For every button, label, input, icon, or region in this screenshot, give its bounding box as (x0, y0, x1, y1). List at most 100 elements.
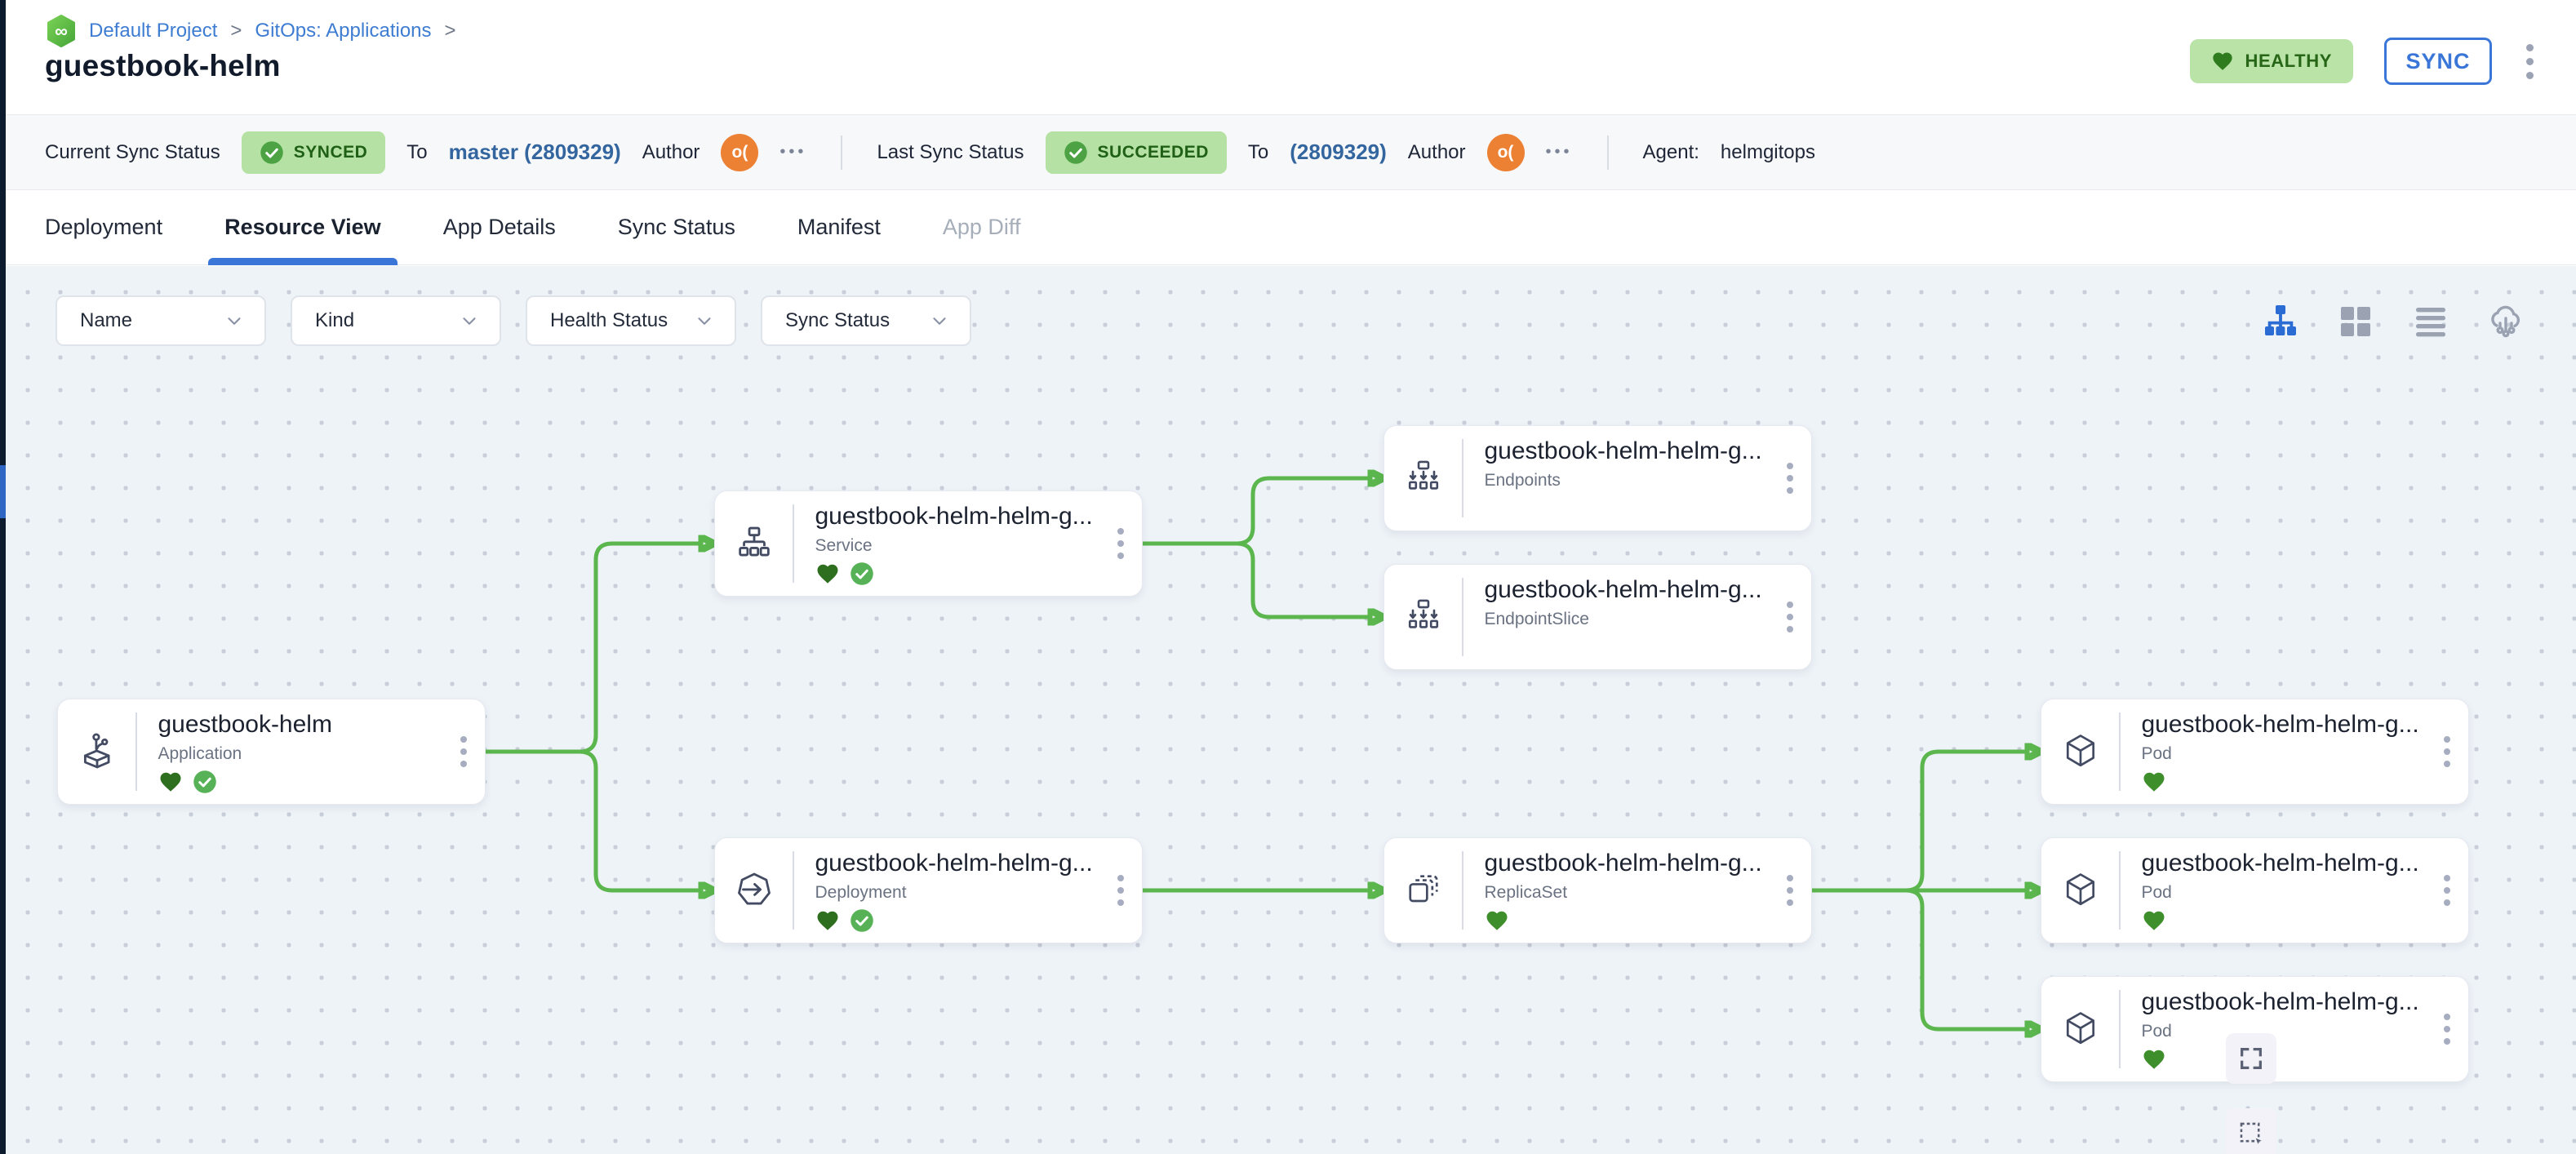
resource-node-deployment-deployment[interactable]: guestbook-helm-helm-g... Deployment (714, 837, 1143, 943)
resource-name: guestbook-helm-helm-g... (815, 850, 1100, 877)
tab-resource-view[interactable]: Resource View (224, 190, 381, 265)
resource-name: guestbook-helm-helm-g... (2142, 850, 2427, 877)
health-heart-icon (158, 770, 183, 794)
chevron-down-icon (694, 310, 715, 331)
resource-status-icons (1485, 908, 1770, 934)
resource-status-icons (158, 769, 443, 795)
last-sync-group: Last Sync Status SUCCEEDED To (2809329) … (877, 131, 1572, 174)
grid-view-icon (2336, 302, 2375, 341)
cloud-view-button[interactable] (2486, 302, 2525, 341)
fit-view-button[interactable] (2226, 1033, 2276, 1084)
author-avatar[interactable]: o( (1487, 134, 1525, 171)
filter-dropdown-health-status[interactable]: Health Status (526, 295, 736, 346)
author-label: Author (1408, 141, 1466, 164)
author-avatar[interactable]: o( (721, 134, 758, 171)
resource-kind-label: Pod (2142, 1022, 2427, 1041)
tab-manifest[interactable]: Manifest (797, 190, 881, 265)
svg-text:∞: ∞ (55, 21, 68, 42)
node-body: guestbook-helm-helm-g... Deployment (794, 838, 1100, 943)
node-kebab-menu-icon[interactable] (2426, 977, 2468, 1081)
agent-name: helmgitops (1721, 141, 1815, 164)
edge-app-service (486, 544, 701, 752)
current-revision-link[interactable]: master (2809329) (449, 140, 621, 165)
edge-replicaset-pod3 (1812, 890, 2027, 1029)
node-kebab-menu-icon[interactable] (1769, 565, 1811, 669)
tab-label: App Diff (943, 215, 1021, 240)
tree-view-button[interactable] (2261, 302, 2300, 341)
health-status-badge: HEALTHY (2190, 39, 2353, 83)
health-heart-icon (2142, 770, 2166, 794)
node-kebab-menu-icon[interactable] (1099, 491, 1142, 596)
resource-node-endpointslice-endpointslice[interactable]: guestbook-helm-helm-g... EndpointSlice (1383, 564, 1812, 670)
list-view-button[interactable] (2411, 302, 2450, 341)
node-body: guestbook-helm-helm-g... Endpoints (1463, 426, 1770, 530)
node-kebab-menu-icon[interactable] (1769, 426, 1811, 530)
filter-dropdown-kind[interactable]: Kind (291, 295, 501, 346)
filter-bar: Name Kind Health Status Sync Status (56, 295, 971, 346)
resource-status-icons (815, 561, 1100, 587)
node-kebab-menu-icon[interactable] (2426, 699, 2468, 804)
node-body: guestbook-helm-helm-g... Service (794, 491, 1100, 596)
view-mode-switcher (2261, 302, 2525, 341)
edge-service-endpoints (1143, 478, 1370, 544)
resource-node-replicaset-replicaset[interactable]: guestbook-helm-helm-g... ReplicaSet (1383, 837, 1812, 943)
grid-view-button[interactable] (2336, 302, 2375, 341)
resource-name: guestbook-helm-helm-g... (2142, 988, 2427, 1016)
resource-node-application-app[interactable]: guestbook-helm Application (57, 699, 486, 805)
resource-kind-label: EndpointSlice (1485, 610, 1770, 629)
selection-mode-button[interactable] (2226, 1108, 2276, 1154)
codefresh-logo-icon: ∞ (45, 15, 78, 47)
tab-label: Sync Status (618, 215, 735, 240)
resource-node-service-service[interactable]: guestbook-helm-helm-g... Service (714, 490, 1143, 597)
resource-kind-label: Application (158, 744, 443, 764)
collapsed-sidebar[interactable] (0, 0, 6, 1154)
node-kebab-menu-icon[interactable] (1099, 838, 1142, 943)
resource-name: guestbook-helm (158, 711, 443, 739)
tab-app-details[interactable]: App Details (443, 190, 556, 265)
check-circle-icon (260, 140, 284, 165)
node-kebab-menu-icon[interactable] (442, 699, 485, 804)
node-body: guestbook-helm-helm-g... Pod (2121, 699, 2427, 804)
chevron-down-icon (224, 310, 245, 331)
resource-status-icons (2142, 1046, 2427, 1072)
resource-kind-icon (2041, 699, 2119, 804)
tab-label: Deployment (45, 215, 162, 240)
edge-app-deployment (486, 752, 701, 890)
filter-dropdown-name[interactable]: Name (56, 295, 266, 346)
edge-service-endpointslice (1143, 544, 1370, 617)
breadcrumb-separator: > (443, 20, 458, 42)
sync-status-bar: Current Sync Status SYNCED To master (28… (0, 114, 2576, 190)
resource-status-icons (1485, 495, 1770, 522)
resource-node-endpoints-endpoints[interactable]: guestbook-helm-helm-g... Endpoints (1383, 425, 1812, 531)
resource-node-pod-pod2[interactable]: guestbook-helm-helm-g... Pod (2041, 837, 2469, 943)
breadcrumb-section-link[interactable]: GitOps: Applications (255, 20, 431, 42)
resource-node-pod-pod1[interactable]: guestbook-helm-helm-g... Pod (2041, 699, 2469, 805)
resource-name: guestbook-helm-helm-g... (1485, 576, 1770, 604)
synced-check-icon (850, 561, 874, 586)
node-body: guestbook-helm-helm-g... EndpointSlice (1463, 565, 1770, 669)
sync-button[interactable]: SYNC (2384, 38, 2492, 85)
filter-dropdown-sync-status[interactable]: Sync Status (761, 295, 971, 346)
fit-view-icon (2237, 1045, 2265, 1072)
cloud-view-icon (2486, 302, 2525, 341)
node-kebab-menu-icon[interactable] (2426, 838, 2468, 943)
resource-tree-canvas[interactable]: guestbook-helm Application guestbook-hel… (0, 266, 2576, 1154)
node-kebab-menu-icon[interactable] (1769, 838, 1811, 943)
breadcrumb-project-link[interactable]: Default Project (89, 20, 217, 42)
filter-label: Kind (315, 309, 354, 332)
resource-name: guestbook-helm-helm-g... (1485, 850, 1770, 877)
succeeded-badge-label: SUCCEEDED (1098, 143, 1209, 162)
tab-sync-status[interactable]: Sync Status (618, 190, 735, 265)
check-circle-icon (1064, 140, 1088, 165)
app-root: ∞ Default Project > GitOps: Applications… (0, 0, 2576, 1154)
synced-badge: SYNCED (242, 131, 386, 174)
succeeded-badge: SUCCEEDED (1046, 131, 1227, 174)
more-authors-icon[interactable]: ••• (1546, 143, 1573, 162)
last-revision-link[interactable]: (2809329) (1290, 140, 1387, 165)
more-authors-icon[interactable]: ••• (779, 143, 806, 162)
header-kebab-menu-icon[interactable] (2523, 41, 2537, 82)
tab-deployment[interactable]: Deployment (45, 190, 162, 265)
health-heart-icon (2142, 1047, 2166, 1072)
resource-kind-label: Pod (2142, 744, 2427, 764)
breadcrumb-separator: > (229, 20, 243, 42)
